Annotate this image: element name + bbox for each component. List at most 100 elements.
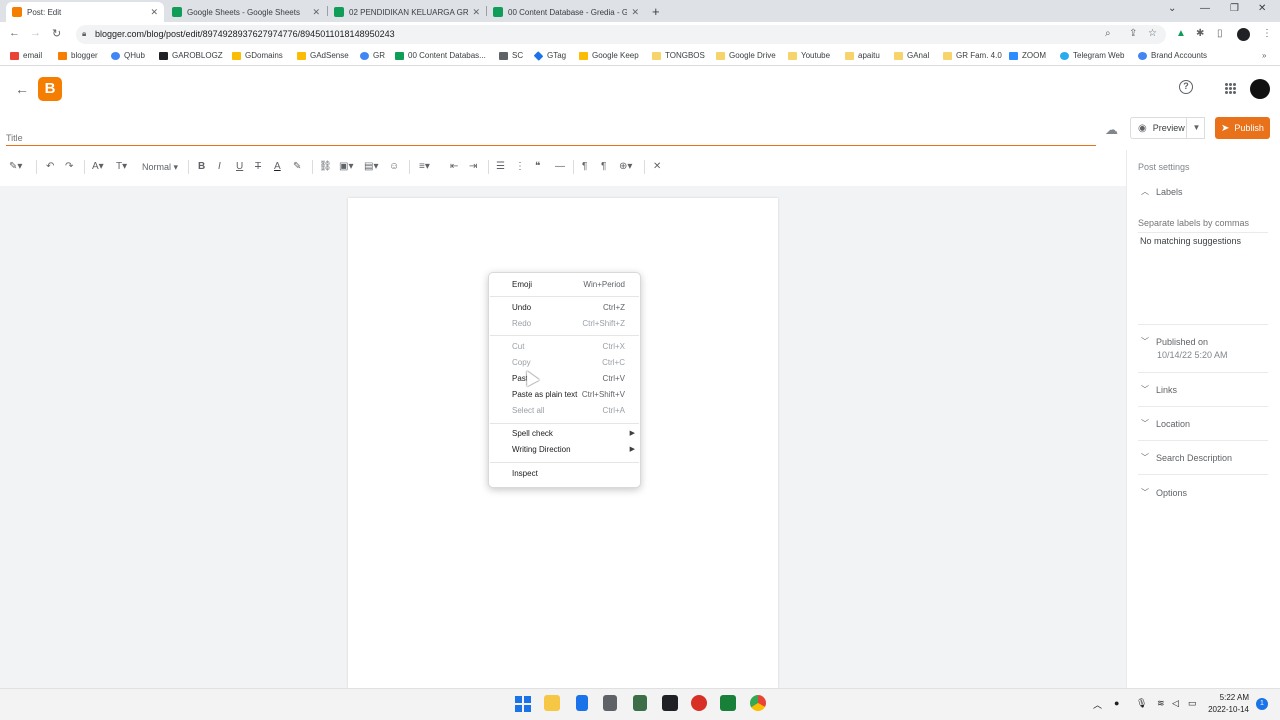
menu-item-undo[interactable]: Undo Ctrl+Z [512,303,625,312]
browser-menu-icon[interactable]: ⋮ [1262,28,1272,39]
file-explorer-icon[interactable] [544,695,560,711]
bookmark-youtube[interactable]: Youtube [788,51,830,60]
tab-search-chevron-icon[interactable]: ⌄ [1168,3,1176,14]
underline-icon[interactable]: U [236,161,243,172]
menu-item-paste-plain-text[interactable]: Paste as plain text Ctrl+Shift+V [512,390,625,399]
insert-video-icon[interactable]: ▤▾ [364,161,378,172]
close-window-icon[interactable]: ✕ [1258,3,1266,14]
font-size-icon[interactable]: T▾ [116,161,127,172]
microphone-icon[interactable]: 🎙︎ [1136,698,1147,709]
labels-input[interactable] [1138,218,1266,228]
wifi-icon[interactable]: ≋ [1157,698,1165,709]
taskbar-clock-time[interactable]: 5:22 AM [1219,693,1249,702]
browser-tab-post-edit[interactable]: Post: Edit ✕ [6,2,164,22]
close-tab-icon[interactable]: ✕ [312,7,320,18]
bookmark-star-icon[interactable]: ☆ [1148,28,1157,39]
strikethrough-icon[interactable]: T [255,161,261,172]
capcut-icon[interactable] [662,695,678,711]
extension-drive-icon[interactable]: ▲ [1176,28,1186,39]
menu-item-spell-check[interactable]: Spell check ▶ [512,429,635,438]
link-icon[interactable]: ⛓ [319,161,332,172]
location-section-header[interactable]: ﹀ Location [1141,418,1190,429]
zoom-search-icon[interactable]: ⌕ [1105,28,1111,39]
reload-icon[interactable]: ↻ [52,27,61,40]
preview-dropdown-icon[interactable]: ▼ [1186,117,1206,139]
chrome-icon[interactable] [750,695,766,711]
publish-button[interactable]: ➤ Publish [1215,117,1270,139]
published-section-header[interactable]: ﹀ Published on [1141,336,1208,347]
bold-icon[interactable]: B [198,161,205,172]
lock-icon[interactable]: 🔒︎ [82,29,86,39]
emoji-icon[interactable]: ☺ [389,161,399,172]
share-icon[interactable]: ⇪ [1129,28,1137,39]
undo-icon[interactable]: ↶ [46,161,54,172]
taskbar-clock-date[interactable]: 2022-10-14 [1208,705,1249,714]
bookmark-gadsense[interactable]: GAdSense [297,51,349,60]
close-tab-icon[interactable]: ✕ [631,7,639,18]
rtl-direction-icon[interactable]: ¶ [601,161,606,172]
browser-tab-google-sheets[interactable]: Google Sheets - Google Sheets ✕ [166,2,326,22]
bookmark-google-keep[interactable]: Google Keep [579,51,639,60]
text-color-icon[interactable]: A [274,161,281,172]
back-arrow-icon[interactable]: ← [15,81,29,97]
bookmark-qhub[interactable]: QHub [111,51,145,60]
browser-tab-content-database[interactable]: 00 Content Database - Gredia - G ✕ [487,2,645,22]
bookmark-gdomains[interactable]: GDomains [232,51,283,60]
numbered-list-icon[interactable]: ⋮ [515,161,525,172]
menu-item-writing-direction[interactable]: Writing Direction ▶ [512,445,635,454]
bookmark-zoom[interactable]: ZOOM [1009,51,1046,60]
notepad-icon[interactable] [576,695,588,711]
font-family-icon[interactable]: A▾ [92,161,104,172]
back-icon[interactable]: ← [9,27,20,39]
more-bookmarks-icon[interactable]: » [1262,51,1266,60]
italic-icon[interactable]: I [218,161,221,172]
bookmark-telegram-web[interactable]: Telegram Web [1060,51,1124,60]
close-tab-icon[interactable]: ✕ [150,7,158,18]
quote-icon[interactable]: ❝ [535,161,540,172]
snipping-tool-icon[interactable] [603,695,617,711]
forward-icon[interactable]: → [30,27,41,39]
windows-start-icon[interactable] [515,696,531,712]
bookmark-apaitu[interactable]: apaitu [845,51,880,60]
indent-increase-icon[interactable]: ⇥ [469,161,477,172]
insert-image-icon[interactable]: ▣▾ [339,161,353,172]
search-description-section-header[interactable]: ﹀ Search Description [1141,452,1232,463]
speaker-icon[interactable]: ◁ [1172,698,1179,709]
links-section-header[interactable]: ﹀ Links [1141,384,1177,395]
menu-item-emoji[interactable]: Emoji Win+Period [512,280,625,289]
tray-overflow-chevron-icon[interactable]: ︿ [1093,698,1102,711]
language-icon[interactable]: ⊕▾ [619,161,632,172]
bookmark-gr-fam[interactable]: GR Fam. 4.0 [943,51,1002,60]
bookmark-garoblogz[interactable]: GAROBLOGZ [159,51,223,60]
labels-section-header[interactable]: ︿ Labels [1141,186,1183,197]
minimize-icon[interactable]: — [1200,3,1210,14]
post-title-input[interactable] [6,130,1096,146]
ltr-direction-icon[interactable]: ¶ [582,161,587,172]
notification-badge[interactable]: 1 [1256,698,1268,710]
tray-app-icon[interactable]: ● [1114,698,1119,708]
bookmark-blogger[interactable]: blogger [58,51,98,60]
indent-decrease-icon[interactable]: ⇤ [450,161,458,172]
compose-mode-icon[interactable]: ✎▾ [9,161,22,172]
account-avatar[interactable] [1250,79,1270,99]
options-section-header[interactable]: ﹀ Options [1141,487,1187,498]
bookmark-content-database[interactable]: 00 Content Databas... [395,51,486,60]
bookmark-brand-accounts[interactable]: Brand Accounts [1138,51,1207,60]
new-tab-icon[interactable]: + [652,4,660,19]
browser-tab-pendidikan[interactable]: 02 PENDIDIKAN KELUARGA GRY ✕ [328,2,486,22]
google-apps-icon[interactable] [1225,83,1236,94]
horizontal-rule-icon[interactable]: — [555,161,565,172]
bookmark-google-drive[interactable]: Google Drive [716,51,776,60]
redo-icon[interactable]: ↷ [65,161,73,172]
bookmark-ganal[interactable]: GAnal [894,51,929,60]
calculator-icon[interactable] [633,695,647,711]
align-icon[interactable]: ≡▾ [419,161,430,172]
browser-profile-avatar[interactable] [1237,28,1250,41]
blogger-logo-icon[interactable]: B [38,77,62,101]
sheets-app-icon[interactable] [720,695,736,711]
clear-formatting-icon[interactable]: ✕ [653,161,661,172]
bulleted-list-icon[interactable]: ☰ [496,161,505,172]
side-panel-icon[interactable]: ▯ [1217,28,1223,39]
highlight-icon[interactable]: ✎ [293,161,301,172]
bookmark-tongbos[interactable]: TONGBOS [652,51,705,60]
